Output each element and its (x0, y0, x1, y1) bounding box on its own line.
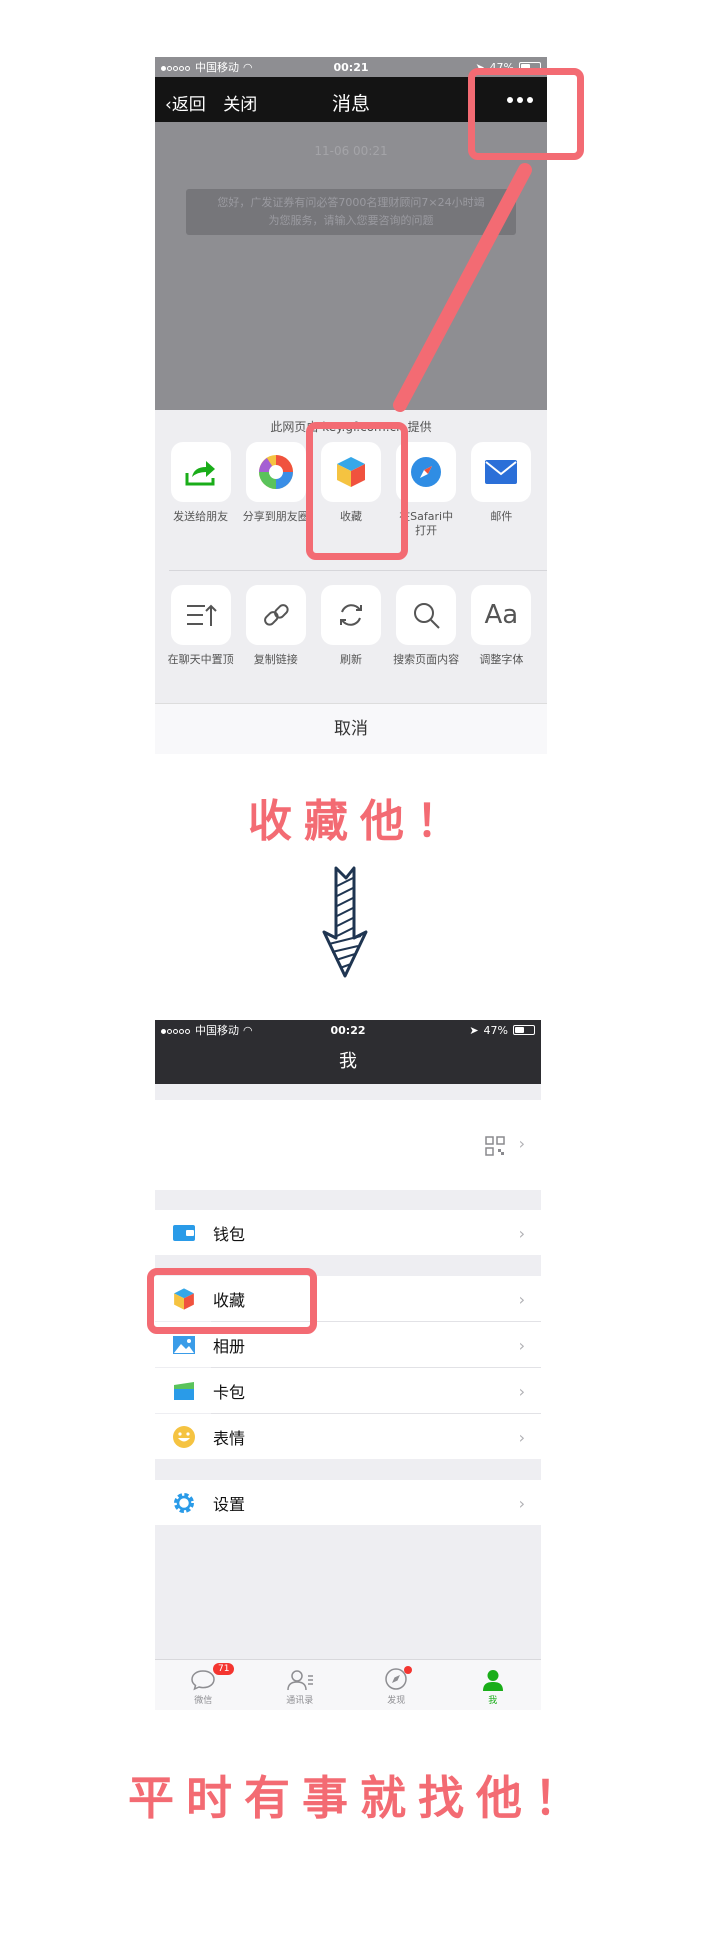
chevron-right-icon: › (518, 1494, 525, 1513)
card-package-icon (174, 1381, 194, 1400)
annotation-pointer-line (393, 163, 532, 412)
phone-screenshot-me-page: 中国移动 ◠ 00:22 ➤ 47% 我 › 钱包 › 收藏 › 相册 › 卡包… (155, 1020, 541, 1710)
person-icon (482, 1670, 503, 1691)
chevron-right-icon: › (518, 1382, 525, 1401)
profile-card[interactable]: › (155, 1100, 541, 1190)
menu-item-settings[interactable]: 设置 › (155, 1480, 541, 1525)
smiley-icon (173, 1425, 195, 1448)
tab-contacts[interactable]: 通讯录 (252, 1660, 349, 1710)
chevron-right-icon: › (518, 1290, 525, 1309)
chevron-right-icon: › (518, 1336, 525, 1355)
down-arrow-icon (322, 866, 368, 978)
qr-code-icon (485, 1136, 505, 1156)
tab-chats[interactable]: 71 微信 (155, 1660, 252, 1710)
chevron-right-icon: › (518, 1428, 525, 1447)
annotation-overlay (393, 163, 532, 412)
battery-icon (513, 1025, 535, 1035)
highlight-favorites-row (147, 1268, 317, 1334)
album-icon (173, 1335, 195, 1354)
chevron-right-icon: › (518, 1224, 525, 1243)
menu-item-wallet[interactable]: 钱包 › (155, 1210, 541, 1255)
highlight-favorite-button (306, 422, 408, 560)
contacts-icon (287, 1670, 313, 1691)
gear-icon (174, 1492, 194, 1513)
new-dot-badge (404, 1666, 412, 1674)
caption-favorite: 收藏他！ (248, 796, 472, 847)
status-time: 00:22 (330, 1023, 366, 1037)
caption-find-him: 平时有事就找他！ (128, 1771, 592, 1825)
tab-me[interactable]: 我 (445, 1660, 542, 1710)
wallet-icon (173, 1224, 195, 1241)
menu-item-cards[interactable]: 卡包 › (155, 1368, 541, 1413)
status-bar: 中国移动 ◠ 00:22 ➤ 47% (155, 1020, 541, 1040)
chevron-right-icon: › (518, 1134, 525, 1153)
tab-discover[interactable]: 发现 (348, 1660, 445, 1710)
highlight-more-button (468, 68, 584, 160)
page-title: 我 (155, 1040, 541, 1084)
unread-badge: 71 (213, 1663, 235, 1675)
menu-item-stickers[interactable]: 表情 › (155, 1414, 541, 1459)
chat-bubble-icon (191, 1670, 216, 1691)
tab-bar: 71 微信 通讯录 发现 我 (155, 1659, 541, 1710)
